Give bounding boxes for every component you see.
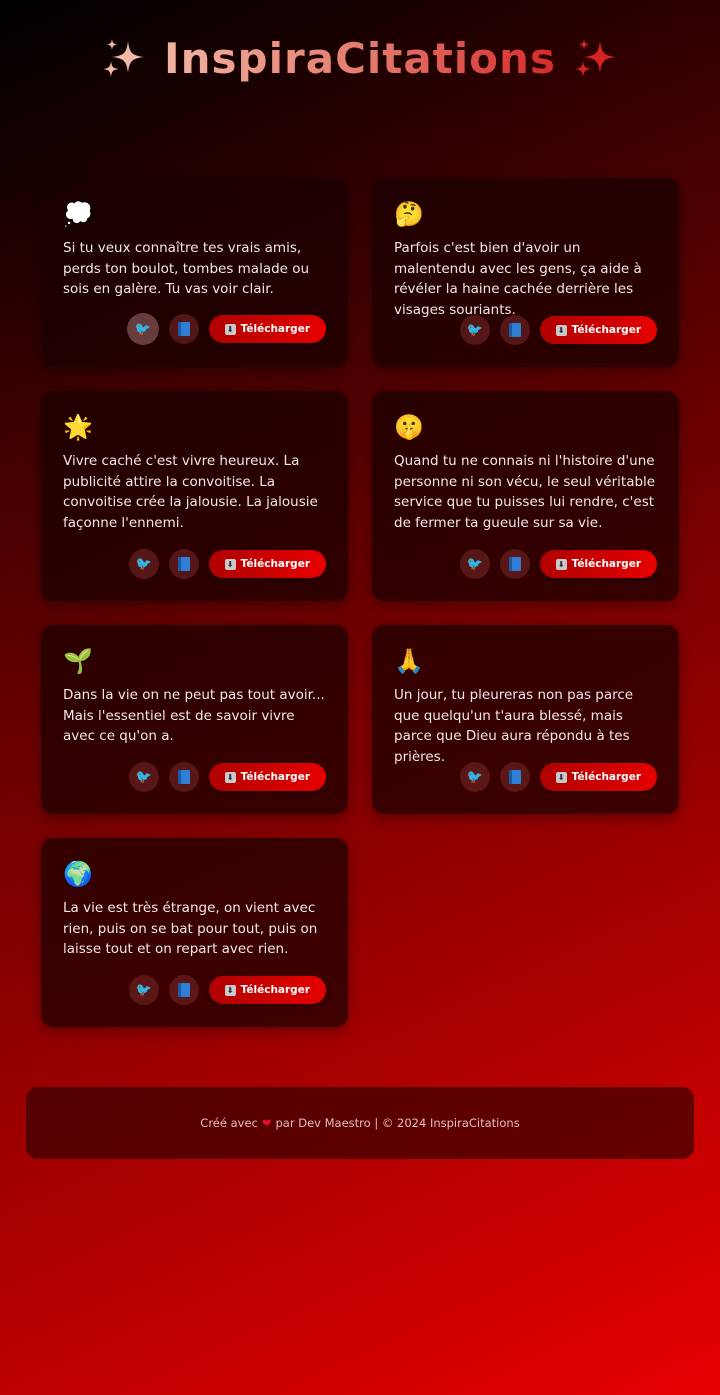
twitter-bird-icon: 🐦 [134,321,151,336]
card-actions: 🐦 ⬇ Télécharger [128,762,326,792]
blue-book-icon [177,770,190,784]
share-facebook-button[interactable] [168,549,199,579]
card-actions: 🐦 ⬇ Télécharger [128,549,326,579]
site-title: InspiraCitations [164,34,556,83]
blue-book-icon [508,557,521,571]
glowing-star-icon: 🌟 [63,413,93,441]
quote-text: Parfois c'est bien d'avoir un malentendu… [394,240,642,318]
share-facebook-button[interactable] [499,762,530,792]
blue-book-icon [508,770,521,784]
download-label: Télécharger [240,984,310,996]
share-twitter-button[interactable]: 🐦 [459,549,490,579]
quote-card: 🙏 Un jour, tu pleureras non pas parce qu… [372,625,679,814]
quote-card: 🌟 Vivre caché c'est vivre heureux. La pu… [41,391,348,601]
download-button[interactable]: ⬇ Télécharger [539,316,657,344]
download-button[interactable]: ⬇ Télécharger [208,976,326,1004]
quote-card: 💭 Si tu veux connaître tes vrais amis, p… [41,178,348,367]
download-arrow-icon: ⬇ [224,558,236,570]
download-arrow-icon: ⬇ [555,558,567,570]
share-twitter-button[interactable]: 🐦 [459,762,490,792]
card-actions: 🐦 ⬇ Télécharger [459,315,657,345]
download-arrow-icon: ⬇ [224,984,236,996]
quotes-grid: 💭 Si tu veux connaître tes vrais amis, p… [41,178,679,1027]
download-label: Télécharger [240,323,310,335]
twitter-bird-icon: 🐦 [135,982,152,997]
share-facebook-button[interactable] [168,314,199,344]
download-button[interactable]: ⬇ Télécharger [208,315,326,343]
page-title: InspiraCitations [100,34,620,83]
card-actions: 🐦 ⬇ Télécharger [126,313,326,345]
thought-bubble-icon: 💭 [63,200,93,228]
quote-text: Si tu veux connaître tes vrais amis, per… [63,240,310,297]
quote-text: Quand tu ne connais ni l'histoire d'une … [394,453,656,531]
download-label: Télécharger [571,324,641,336]
quote-text: La vie est très étrange, on vient avec r… [63,900,318,957]
thinking-face-icon: 🤔 [394,200,424,228]
blue-book-icon [177,983,190,997]
download-label: Télécharger [571,558,641,570]
download-button[interactable]: ⬇ Télécharger [539,550,657,578]
shushing-face-icon: 🤫 [394,413,424,441]
blue-book-icon [177,557,190,571]
seedling-icon: 🌱 [63,647,93,675]
blue-book-icon [177,322,190,336]
download-label: Télécharger [571,771,641,783]
download-arrow-icon: ⬇ [224,323,236,335]
share-facebook-button[interactable] [168,762,199,792]
sparkles-icon [103,38,145,77]
quote-text: Vivre caché c'est vivre heureux. La publ… [63,453,318,531]
download-button[interactable]: ⬇ Télécharger [208,550,326,578]
quote-card: 🤔 Parfois c'est bien d'avoir un malenten… [372,178,679,367]
share-twitter-button[interactable]: 🐦 [126,313,159,345]
quote-card: 🤫 Quand tu ne connais ni l'histoire d'un… [372,391,679,601]
twitter-bird-icon: 🐦 [135,556,152,571]
quote-card: 🌍 La vie est très étrange, on vient avec… [41,838,348,1027]
download-arrow-icon: ⬇ [224,771,236,783]
footer-text-before: Créé avec [200,1116,258,1130]
download-button[interactable]: ⬇ Télécharger [208,763,326,791]
share-facebook-button[interactable] [168,975,199,1005]
header: InspiraCitations [0,34,720,87]
share-twitter-button[interactable]: 🐦 [128,549,159,579]
download-label: Télécharger [240,558,310,570]
globe-icon: 🌍 [63,860,93,888]
download-button[interactable]: ⬇ Télécharger [539,763,657,791]
twitter-bird-icon: 🐦 [135,769,152,784]
download-arrow-icon: ⬇ [555,771,567,783]
twitter-bird-icon: 🐦 [466,769,483,784]
footer-text-after: par Dev Maestro | © 2024 InspiraCitation… [275,1116,520,1130]
share-twitter-button[interactable]: 🐦 [128,762,159,792]
sparkles-icon [574,38,616,77]
card-actions: 🐦 ⬇ Télécharger [128,975,326,1005]
quote-text: Un jour, tu pleureras non pas parce que … [394,687,634,765]
twitter-bird-icon: 🐦 [466,556,483,571]
download-label: Télécharger [240,771,310,783]
twitter-bird-icon: 🐦 [466,322,483,337]
folded-hands-icon: 🙏 [394,647,424,675]
share-twitter-button[interactable]: 🐦 [128,975,159,1005]
share-twitter-button[interactable]: 🐦 [459,315,490,345]
share-facebook-button[interactable] [499,315,530,345]
quote-text: Dans la vie on ne peut pas tout avoir...… [63,687,325,744]
download-arrow-icon: ⬇ [555,324,567,336]
blue-book-icon [508,323,521,337]
card-actions: 🐦 ⬇ Télécharger [459,762,657,792]
card-actions: 🐦 ⬇ Télécharger [459,549,657,579]
footer: Créé avec ❤ par Dev Maestro | © 2024 Ins… [26,1087,694,1159]
heart-icon: ❤ [261,1116,272,1130]
quote-card: 🌱 Dans la vie on ne peut pas tout avoir.… [41,625,348,814]
share-facebook-button[interactable] [499,549,530,579]
